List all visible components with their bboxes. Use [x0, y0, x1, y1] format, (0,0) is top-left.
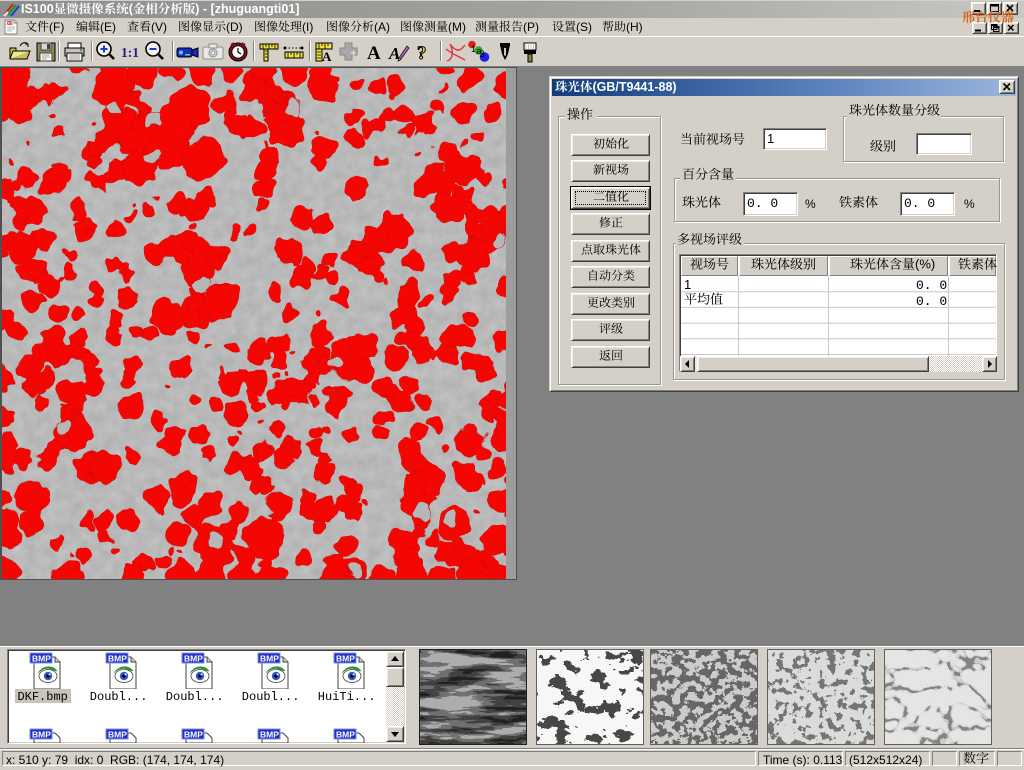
svg-text:BMP: BMP [108, 654, 127, 664]
svg-text:BMP: BMP [260, 730, 279, 740]
svg-text:BMP: BMP [184, 654, 203, 664]
svg-text:BMP: BMP [260, 654, 279, 664]
svg-text:BMP: BMP [336, 730, 355, 740]
svg-text:BMP: BMP [108, 730, 127, 740]
svg-text:BMP: BMP [32, 730, 51, 740]
svg-text:BMP: BMP [32, 654, 51, 664]
svg-text:BMP: BMP [184, 730, 203, 740]
svg-text:BMP: BMP [336, 654, 355, 664]
